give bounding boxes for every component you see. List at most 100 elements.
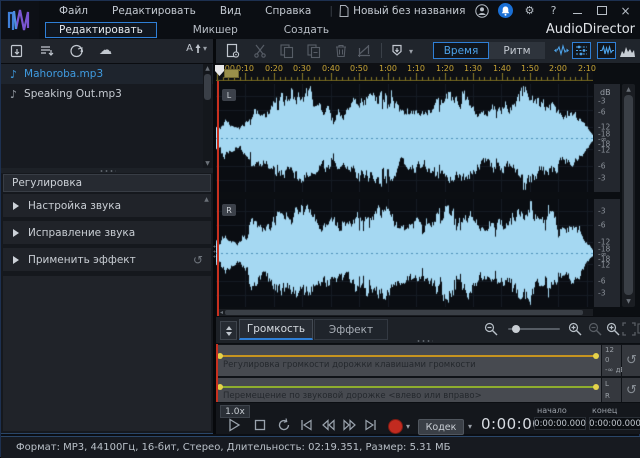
- ruler-tick: 0:30: [293, 64, 311, 73]
- tab-create[interactable]: Создать: [274, 23, 339, 37]
- library-scrollbar[interactable]: ▲ ▼: [203, 64, 212, 168]
- collapse-expand-button[interactable]: [220, 321, 237, 340]
- properties-icon[interactable]: [225, 43, 241, 59]
- minimize-button[interactable]: [570, 3, 585, 18]
- account-icon[interactable]: [474, 3, 489, 18]
- sort-label: A: [186, 43, 193, 54]
- library-toolbar: ☁ A ▾: [1, 39, 213, 64]
- import-playlist-icon[interactable]: [39, 43, 55, 59]
- volume-envelope-row: Регулировка громкости дорожки клавишами …: [216, 345, 640, 376]
- waveform-vertical-scrollbar[interactable]: ▲ ▼: [622, 84, 635, 307]
- pan-envelope-line[interactable]: [218, 386, 598, 388]
- play-button[interactable]: [226, 417, 242, 433]
- menu-edit[interactable]: Редактировать: [100, 5, 208, 17]
- sort-caret-icon: ▾: [203, 44, 207, 53]
- ruler-tick: 0:20: [265, 64, 283, 73]
- volume-envelope-line[interactable]: [218, 355, 598, 357]
- channel-right-lane[interactable]: R: [216, 199, 593, 307]
- mode-beat-button[interactable]: Ритм: [489, 42, 545, 59]
- notification-bell-icon[interactable]: [498, 3, 513, 18]
- fast-forward-button[interactable]: [342, 417, 358, 433]
- stretch-tool-icon[interactable]: [552, 42, 571, 59]
- panel-splitter[interactable]: [1, 168, 213, 173]
- file-row-selected[interactable]: ♪ Mahoroba.mp3: [1, 64, 213, 84]
- menu-view[interactable]: Вид: [208, 5, 253, 17]
- settings-gear-icon[interactable]: ⚙: [522, 3, 537, 18]
- db-scale-right: -3 -6 -12 -18 -∞ -18 -12 -6 -3: [594, 199, 620, 307]
- tab-mixer[interactable]: Микшер: [183, 23, 248, 37]
- envelope-node[interactable]: [593, 353, 599, 359]
- trim-icon[interactable]: [356, 43, 372, 59]
- menu-help[interactable]: Справка: [253, 5, 323, 17]
- expand-arrow-icon: [13, 229, 19, 237]
- help-icon[interactable]: ?: [546, 3, 561, 18]
- close-button[interactable]: ×: [618, 3, 633, 18]
- status-bar: Формат: MP3, 44100Гц, 16-бит, Стерео, Дл…: [1, 436, 640, 458]
- zoom-in-horizontal-icon[interactable]: [568, 322, 583, 337]
- accordion-apply-effect[interactable]: Применить эффект ↺: [3, 248, 211, 273]
- fit-to-window-icon[interactable]: [622, 322, 637, 337]
- spectrum-view-icon[interactable]: [618, 42, 637, 59]
- rewind-button[interactable]: [320, 417, 336, 433]
- adjustment-scrollbar[interactable]: ▲: [202, 195, 211, 275]
- import-media-icon[interactable]: [9, 43, 25, 59]
- channel-right-badge: R: [222, 204, 236, 216]
- download-sounds-icon[interactable]: [69, 43, 85, 59]
- sort-control[interactable]: A ▾: [186, 43, 207, 54]
- codec-dropdown-caret[interactable]: ▾: [468, 422, 472, 431]
- cloud-icon[interactable]: ☁: [99, 43, 115, 59]
- marker-icon[interactable]: [389, 43, 405, 59]
- accordion-audio-repair[interactable]: Исправление звука: [3, 221, 211, 246]
- zoom-slider[interactable]: [508, 328, 560, 330]
- stop-button[interactable]: [252, 417, 268, 433]
- zoom-slider-knob[interactable]: [512, 325, 520, 333]
- menu-file[interactable]: Файл: [47, 5, 100, 17]
- channel-left-lane[interactable]: L: [216, 84, 593, 192]
- file-row[interactable]: ♪ Speaking Out.mp3: [1, 84, 213, 104]
- mode-time-button[interactable]: Время: [433, 42, 489, 59]
- transport-bar: 1.0x ▾ Кодек: [216, 403, 640, 434]
- zoom-out-vertical-icon[interactable]: [588, 322, 603, 337]
- codec-button[interactable]: Кодек: [418, 419, 464, 435]
- go-to-start-button[interactable]: [298, 417, 314, 433]
- media-file-list: ♪ Mahoroba.mp3 ♪ Speaking Out.mp3 ▲ ▼: [1, 64, 213, 168]
- envelope-node[interactable]: [593, 384, 599, 390]
- zoom-out-horizontal-icon[interactable]: [484, 322, 499, 337]
- timeline-ruler[interactable]: 0:00 0:10 0:20 0:30 0:40 0:50 1:00 1:10 …: [216, 63, 593, 81]
- range-start-value[interactable]: 0:00:00.000: [534, 417, 586, 430]
- volume-envelope-lane[interactable]: Регулировка громкости дорожки клавишами …: [216, 345, 601, 376]
- record-button[interactable]: [388, 419, 403, 434]
- ruler-tick: 2:10: [578, 64, 596, 73]
- tab-effect[interactable]: Эффект: [314, 319, 388, 340]
- tab-edit[interactable]: Редактировать: [45, 22, 157, 38]
- waveform-view-icon[interactable]: [597, 42, 616, 59]
- channel-left-badge: L: [222, 89, 236, 101]
- go-to-end-button[interactable]: [363, 417, 379, 433]
- music-note-icon: ♪: [10, 88, 17, 101]
- volume-reset-icon[interactable]: ↺: [622, 345, 640, 376]
- marker-dropdown-caret[interactable]: ▾: [409, 47, 425, 63]
- menubar: Файл Редактировать Вид Справка | Новый б…: [47, 1, 465, 20]
- tab-volume[interactable]: Громкость: [239, 319, 313, 340]
- delete-icon[interactable]: [333, 43, 349, 59]
- range-start-label: начало: [537, 406, 567, 415]
- loop-button[interactable]: [276, 417, 292, 433]
- cut-icon[interactable]: [252, 43, 268, 59]
- copy-icon[interactable]: [279, 43, 295, 59]
- editor-toolbar: ▾ Время Ритм: [216, 39, 640, 64]
- document-icon: [339, 5, 349, 17]
- ruler-tick: 0:50: [350, 64, 368, 73]
- zoom-in-vertical-icon[interactable]: [606, 322, 621, 337]
- accordion-audio-setup[interactable]: Настройка звука: [3, 194, 211, 219]
- pan-reset-icon[interactable]: ↺: [622, 378, 640, 402]
- ruler-tick-marks: [216, 73, 593, 81]
- channel-mixer-view-icon[interactable]: [572, 42, 591, 59]
- pan-envelope-label: Перемещение по звуковой дорожке <влево и…: [223, 391, 482, 401]
- maximize-button[interactable]: [594, 3, 609, 18]
- paste-icon[interactable]: [306, 43, 322, 59]
- record-dropdown-caret[interactable]: ▾: [406, 422, 410, 431]
- ruler-tick: 1:10: [407, 64, 425, 73]
- pan-envelope-lane[interactable]: Перемещение по звуковой дорожке <влево и…: [216, 378, 601, 402]
- range-end-value[interactable]: 0:00:00.000: [589, 417, 640, 430]
- waveform-horizontal-scrollbar[interactable]: ◂: [217, 309, 593, 316]
